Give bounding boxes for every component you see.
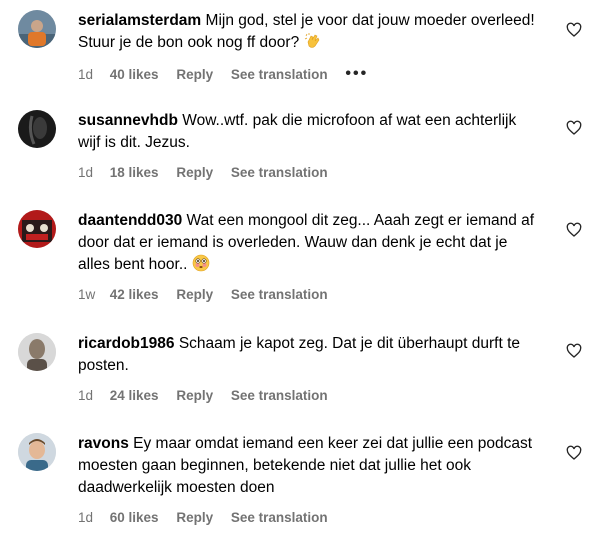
- avatar[interactable]: [18, 210, 56, 248]
- heart-icon[interactable]: [566, 343, 582, 359]
- comment-age: 1d: [78, 67, 94, 82]
- comment-text: daantendd030 Wat een mongool dit zeg... …: [78, 210, 538, 279]
- reply-button[interactable]: Reply: [176, 510, 213, 525]
- comment-age: 1w: [78, 287, 96, 302]
- avatar[interactable]: [18, 10, 56, 48]
- comment-age: 1d: [78, 165, 94, 180]
- comment-meta: 1d 18 likes Reply See translation: [78, 165, 342, 180]
- more-options-button[interactable]: •••: [345, 65, 368, 83]
- comment-meta: 1w 42 likes Reply See translation: [78, 287, 342, 302]
- likes-count[interactable]: 24 likes: [110, 388, 159, 403]
- see-translation-button[interactable]: See translation: [231, 510, 328, 525]
- avatar[interactable]: [18, 333, 56, 371]
- comment-username[interactable]: susannevhdb: [78, 112, 178, 129]
- comment-text: serialamsterdam Mijn god, stel je voor d…: [78, 10, 538, 57]
- reply-button[interactable]: Reply: [176, 388, 213, 403]
- comment-text: susannevhdb Wow..wtf. pak die microfoon …: [78, 110, 538, 154]
- see-translation-button[interactable]: See translation: [231, 67, 328, 82]
- comment-username[interactable]: ravons: [78, 435, 129, 452]
- reply-button[interactable]: Reply: [176, 165, 213, 180]
- likes-count[interactable]: 18 likes: [110, 165, 159, 180]
- heart-icon[interactable]: [566, 222, 582, 238]
- comment-username[interactable]: ricardob1986: [78, 335, 175, 352]
- flushed-face-icon: [192, 254, 210, 279]
- likes-count[interactable]: 60 likes: [110, 510, 159, 525]
- comments-list: serialamsterdam Mijn god, stel je voor d…: [0, 0, 595, 534]
- comment-age: 1d: [78, 510, 94, 525]
- comment-text: ravons Ey maar omdat iemand een keer zei…: [78, 433, 538, 499]
- see-translation-button[interactable]: See translation: [231, 388, 328, 403]
- see-translation-button[interactable]: See translation: [231, 287, 328, 302]
- avatar[interactable]: [18, 110, 56, 148]
- heart-icon[interactable]: [566, 22, 582, 38]
- reply-button[interactable]: Reply: [176, 287, 213, 302]
- comment-text: ricardob1986 Schaam je kapot zeg. Dat je…: [78, 333, 538, 377]
- see-translation-button[interactable]: See translation: [231, 165, 328, 180]
- reply-button[interactable]: Reply: [176, 67, 213, 82]
- comment-age: 1d: [78, 388, 94, 403]
- avatar[interactable]: [18, 433, 56, 471]
- likes-count[interactable]: 42 likes: [110, 287, 159, 302]
- comment-meta: 1d 60 likes Reply See translation: [78, 510, 342, 525]
- comment-username[interactable]: serialamsterdam: [78, 12, 201, 29]
- likes-count[interactable]: 40 likes: [110, 67, 159, 82]
- comment-username[interactable]: daantendd030: [78, 212, 182, 229]
- clapping-hands-icon: [304, 32, 322, 57]
- heart-icon[interactable]: [566, 445, 582, 461]
- comment-meta: 1d 24 likes Reply See translation: [78, 388, 342, 403]
- comment-body: Ey maar omdat iemand een keer zei dat ju…: [78, 435, 533, 496]
- comment-meta: 1d 40 likes Reply See translation •••: [78, 65, 368, 83]
- heart-icon[interactable]: [566, 120, 582, 136]
